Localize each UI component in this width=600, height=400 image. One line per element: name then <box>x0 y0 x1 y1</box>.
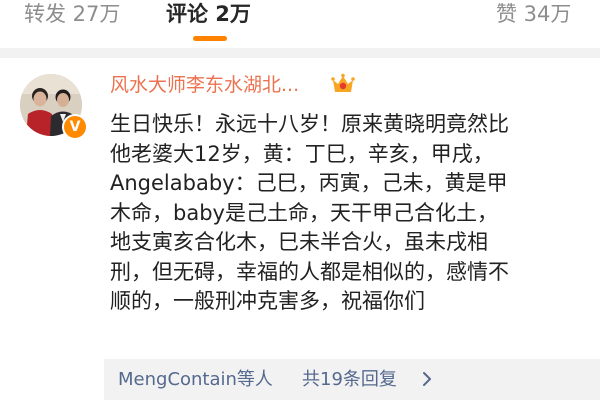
chevron-right-icon <box>423 372 431 386</box>
verified-badge-icon: V <box>62 114 88 140</box>
replies-summary[interactable]: MengContain等人 共19条回复 <box>104 359 600 400</box>
comment-item: V 风水大师李东水湖北... 生日快乐！永远十八岁！原来黄晓明竟然比 他老婆大1… <box>0 58 600 400</box>
tab-repost[interactable]: 转发 27万 <box>24 0 120 28</box>
comment-body: 生日快乐！永远十八岁！原来黄晓明竟然比 他老婆大12岁，黄：丁巳，辛亥，甲戌， … <box>110 112 509 313</box>
section-separator <box>0 48 600 58</box>
active-tab-indicator <box>193 36 227 41</box>
vip-badge-icon <box>331 73 355 92</box>
reply-count-link[interactable]: 共19条回复 <box>302 359 397 400</box>
tab-likes[interactable]: 赞 34万 <box>496 0 571 28</box>
comment-username[interactable]: 风水大师李东水湖北... <box>110 72 299 98</box>
reply-users-link[interactable]: MengContain等人 <box>118 359 273 400</box>
tab-comments[interactable]: 评论 2万 <box>166 0 251 28</box>
comment-tabbar: 转发 27万 评论 2万 赞 34万 <box>0 0 600 48</box>
